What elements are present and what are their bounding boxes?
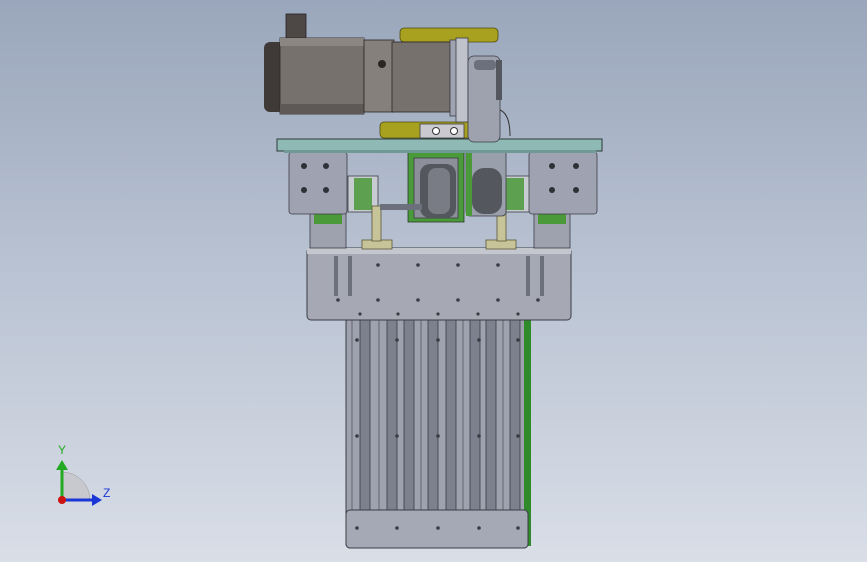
cad-assembly-drawing — [56, 13, 603, 549]
z-axis-arrowhead — [92, 494, 102, 506]
right-bearing-block — [528, 151, 598, 215]
top-mounting-plate — [276, 138, 603, 153]
triad-quadrant — [61, 471, 91, 501]
linear-slide-column — [345, 317, 531, 549]
y-axis-arrowhead — [56, 460, 68, 470]
belt-housing — [467, 55, 511, 143]
y-axis-label: Y — [58, 443, 67, 457]
coordinate-triad — [56, 460, 102, 506]
carriage-base-plate — [306, 247, 572, 321]
cad-viewport[interactable]: Y Z — [0, 0, 867, 562]
center-drive-roller — [380, 151, 465, 223]
z-axis-label: Z — [103, 486, 111, 500]
left-bearing-block — [288, 151, 348, 215]
x-axis-dot — [58, 496, 66, 504]
belt-tensioner — [465, 147, 507, 217]
